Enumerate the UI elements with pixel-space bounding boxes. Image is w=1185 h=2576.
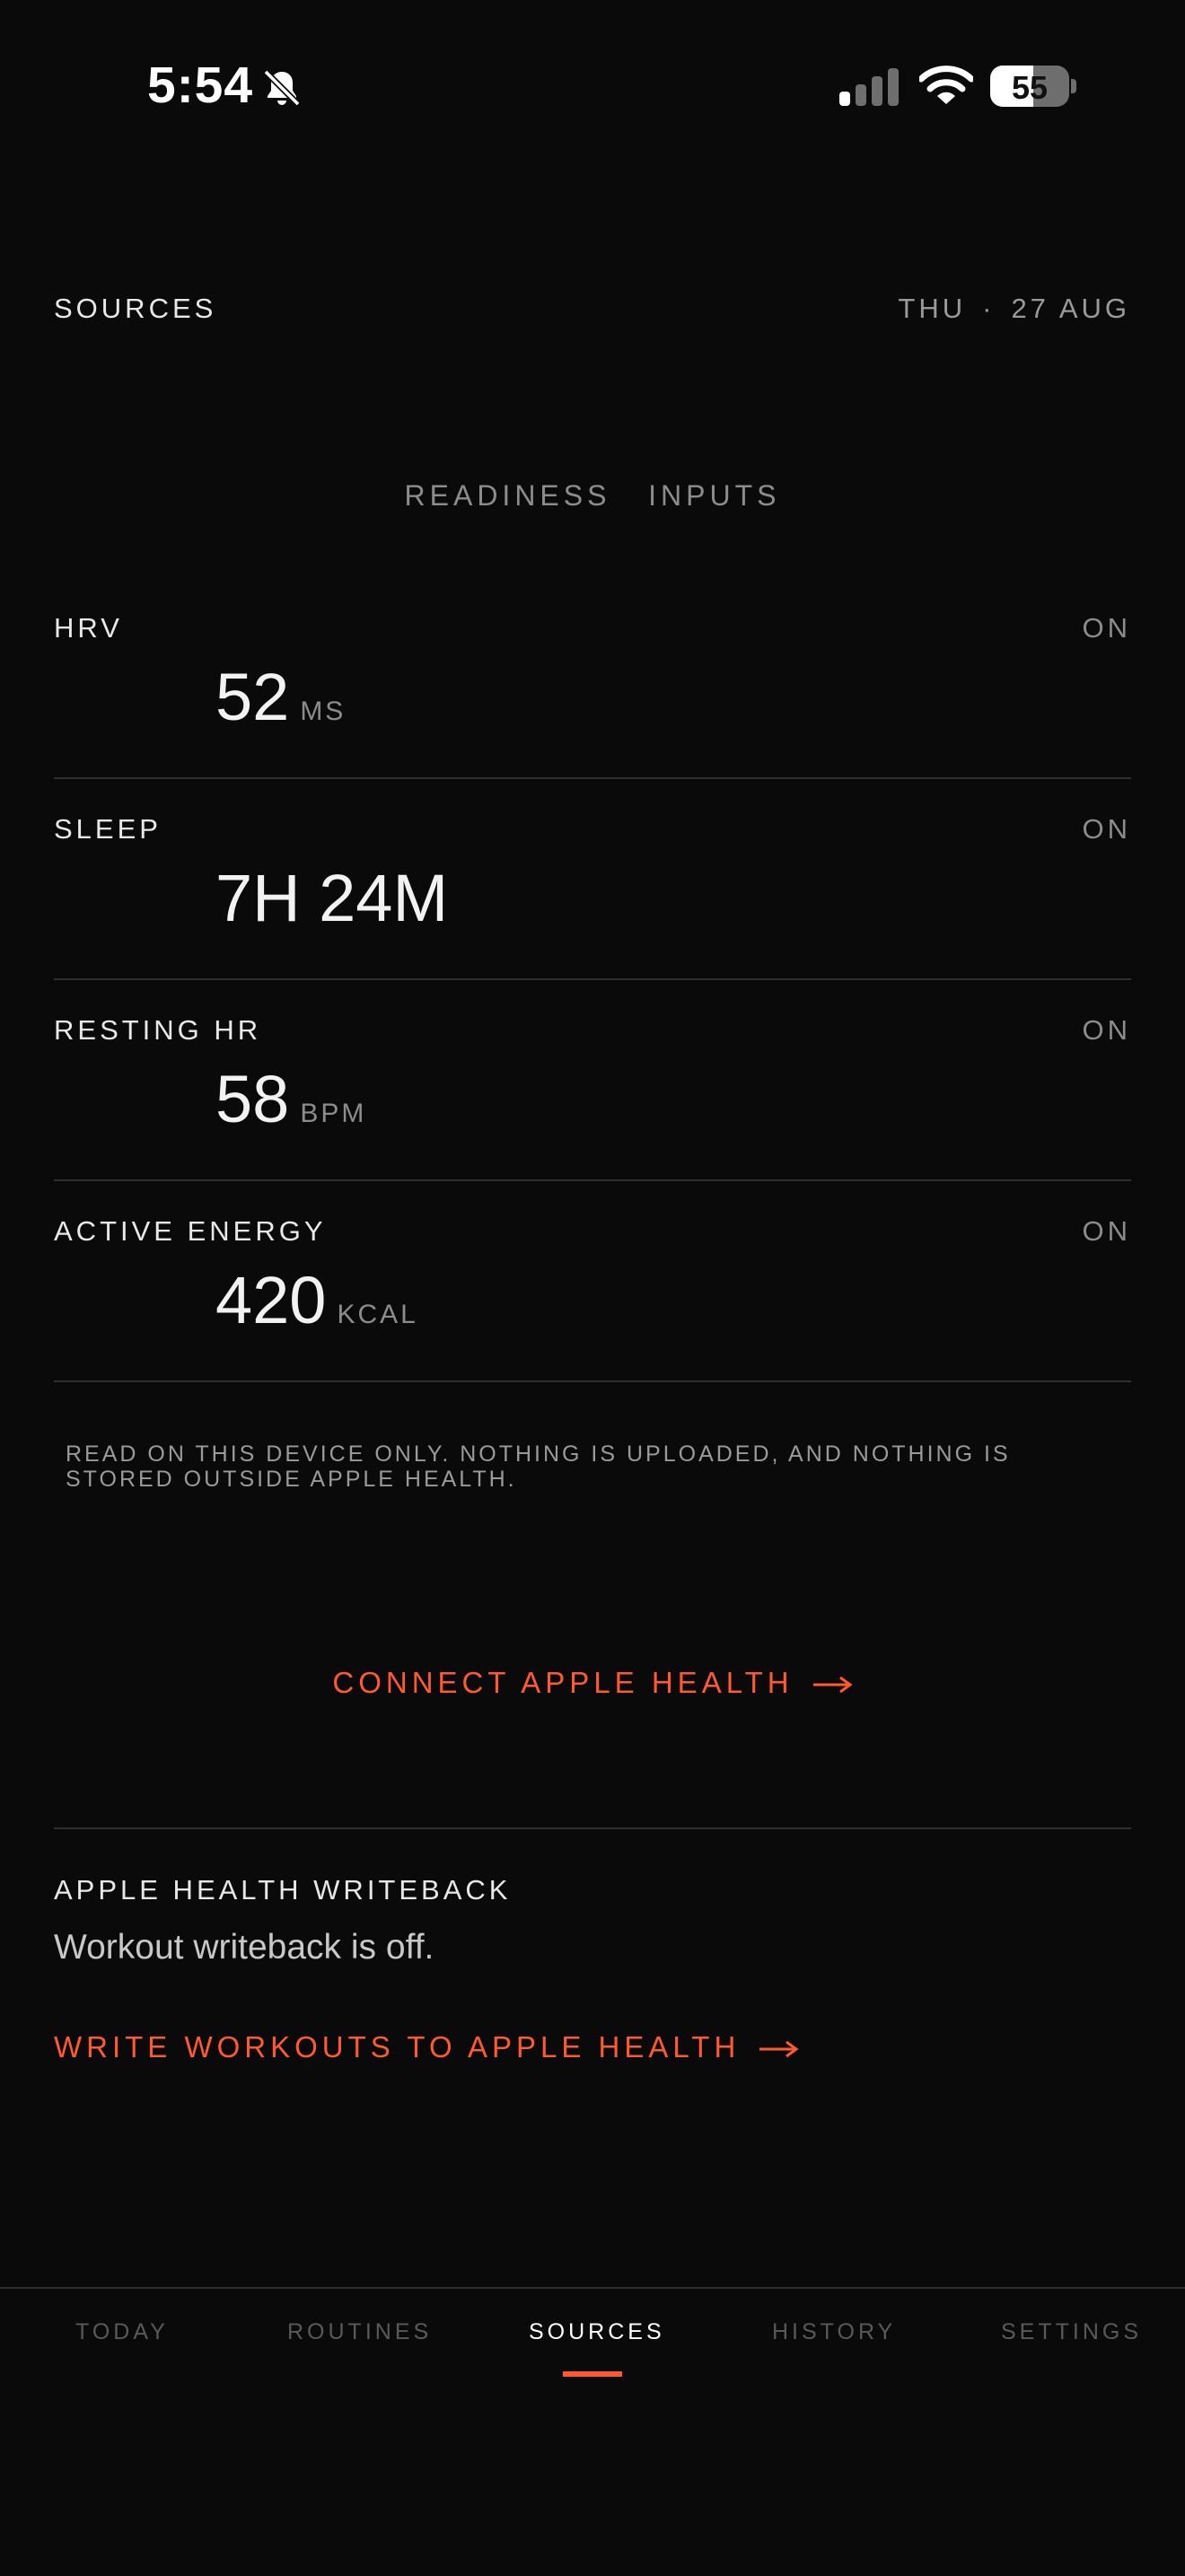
tab-routines[interactable]: ROUTINES: [287, 2319, 432, 2345]
connect-apple-health-label: CONNECT APPLE HEALTH: [332, 1666, 794, 1699]
arrow-right-icon: [759, 2041, 799, 2058]
tab-sources[interactable]: SOURCES: [529, 2319, 665, 2345]
battery-cap: [1071, 79, 1076, 93]
battery-percentage: 55: [1011, 69, 1049, 106]
date-day: THU: [898, 293, 967, 324]
metric-value: 58: [215, 1062, 290, 1136]
metric-value-group: 420 KCAL: [215, 1262, 418, 1338]
write-workouts-label: WRITE WORKOUTS TO APPLE HEALTH: [54, 2030, 741, 2063]
metric-row-sleep[interactable]: SLEEP ON 7H 24M: [54, 779, 1131, 980]
write-workouts-button[interactable]: WRITE WORKOUTS TO APPLE HEALTH: [54, 2030, 799, 2064]
metric-status[interactable]: ON: [1083, 1215, 1132, 1248]
status-time: 5:54: [147, 57, 254, 114]
arrow-right-icon: [812, 1677, 853, 1694]
page-title: SOURCES: [54, 293, 217, 324]
metric-value: 420: [215, 1263, 327, 1337]
date-separator: ·: [982, 293, 996, 324]
metric-unit: BPM: [300, 1099, 367, 1128]
metric-unit: KCAL: [337, 1300, 418, 1329]
metric-value: 52: [215, 660, 290, 734]
metric-row-active-energy[interactable]: ACTIVE ENERGY ON 420 KCAL: [54, 1181, 1131, 1382]
tab-today[interactable]: TODAY: [75, 2319, 169, 2345]
battery-icon: 55: [990, 66, 1069, 107]
tab-history[interactable]: HISTORY: [772, 2319, 896, 2345]
active-tab-indicator: [563, 2371, 622, 2377]
privacy-note: READ ON THIS DEVICE ONLY. NOTHING IS UPL…: [66, 1441, 1011, 1492]
metric-value-group: 52 MS: [215, 659, 346, 735]
metric-unit: MS: [300, 697, 347, 726]
metric-value-group: 58 BPM: [215, 1061, 366, 1137]
metric-label: ACTIVE ENERGY: [54, 1215, 327, 1247]
metric-status[interactable]: ON: [1083, 1014, 1132, 1047]
metric-status[interactable]: ON: [1083, 612, 1132, 644]
bell-muted-icon: [263, 69, 301, 107]
metric-value: 7H 24M: [215, 861, 449, 935]
metric-label: SLEEP: [54, 813, 162, 845]
metric-value-group: 7H 24M: [215, 860, 448, 936]
tab-bar: TODAY ROUTINES SOURCES HISTORY SETTINGS: [0, 2287, 1185, 2576]
metric-label: RESTING HR: [54, 1014, 262, 1046]
date-line: THU · 27 AUG: [898, 293, 1130, 325]
writeback-title: APPLE HEALTH WRITEBACK: [54, 1874, 512, 1906]
metric-label: HRV: [54, 612, 123, 644]
connect-apple-health-button[interactable]: CONNECT APPLE HEALTH: [0, 1666, 1185, 1700]
date-value: 27 AUG: [1011, 293, 1130, 324]
cellular-signal-icon: [839, 68, 899, 106]
section-subheader: READINESS INPUTS: [404, 479, 781, 512]
metric-row-hrv[interactable]: HRV ON 52 MS: [54, 578, 1131, 779]
writeback-status: Workout writeback is off.: [54, 1928, 434, 1967]
tab-settings[interactable]: SETTINGS: [1001, 2319, 1142, 2345]
metric-row-resting-hr[interactable]: RESTING HR ON 58 BPM: [54, 980, 1131, 1181]
wifi-icon: [919, 66, 973, 104]
section-divider: [54, 1827, 1131, 1829]
metric-status[interactable]: ON: [1083, 813, 1132, 846]
